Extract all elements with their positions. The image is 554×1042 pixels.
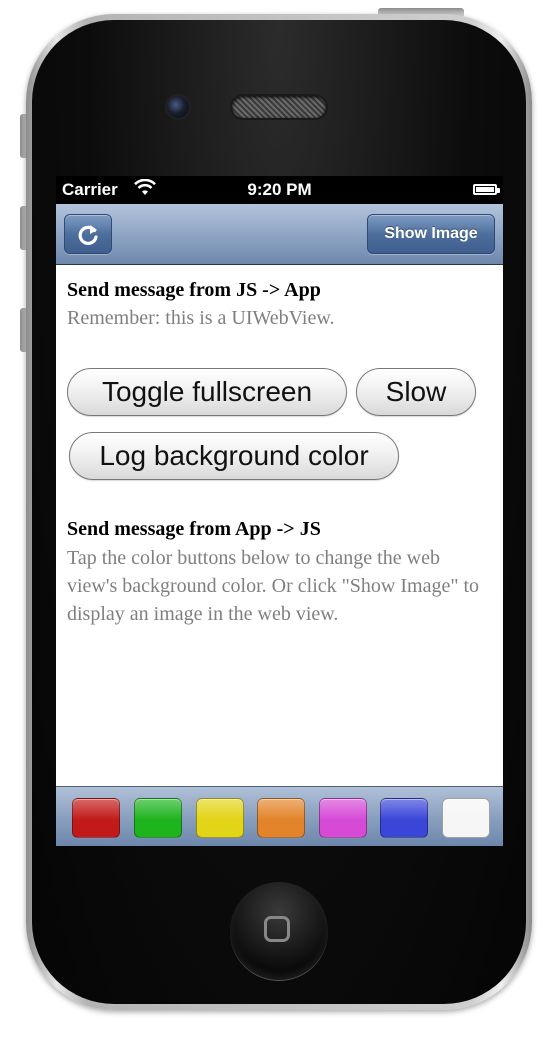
orange-color-button[interactable] (257, 798, 305, 838)
color-toolbar (56, 786, 503, 846)
red-color-button[interactable] (72, 798, 120, 838)
js-to-app-subtitle: Remember: this is a UIWebView. (67, 307, 335, 329)
screen: Carrier 9:20 PM Show Image Send message … (56, 176, 503, 846)
app-to-js-text: Tap the color buttons below to change th… (67, 547, 480, 625)
front-camera (167, 96, 189, 118)
slow-button[interactable]: Slow (356, 368, 476, 416)
yellow-color-button[interactable] (196, 798, 244, 838)
magenta-color-button[interactable] (319, 798, 367, 838)
toggle-fullscreen-button[interactable]: Toggle fullscreen (67, 368, 347, 416)
js-to-app-heading: Send message from JS -> App (67, 279, 321, 301)
white-color-button[interactable] (442, 798, 490, 838)
navigation-bar: Show Image (56, 204, 503, 265)
log-background-color-button[interactable]: Log background color (69, 432, 399, 480)
green-color-button[interactable] (134, 798, 182, 838)
home-button[interactable] (230, 882, 328, 980)
status-time: 9:20 PM (247, 180, 312, 199)
refresh-icon (78, 225, 98, 245)
battery-icon (473, 184, 500, 195)
status-bar: Carrier 9:20 PM (56, 176, 503, 204)
app-to-js-heading: Send message from App -> JS (67, 518, 321, 540)
earpiece-speaker (232, 96, 326, 118)
show-image-button[interactable]: Show Image (367, 214, 495, 254)
blue-color-button[interactable] (380, 798, 428, 838)
refresh-button[interactable] (64, 214, 112, 254)
home-square-icon (264, 916, 290, 942)
